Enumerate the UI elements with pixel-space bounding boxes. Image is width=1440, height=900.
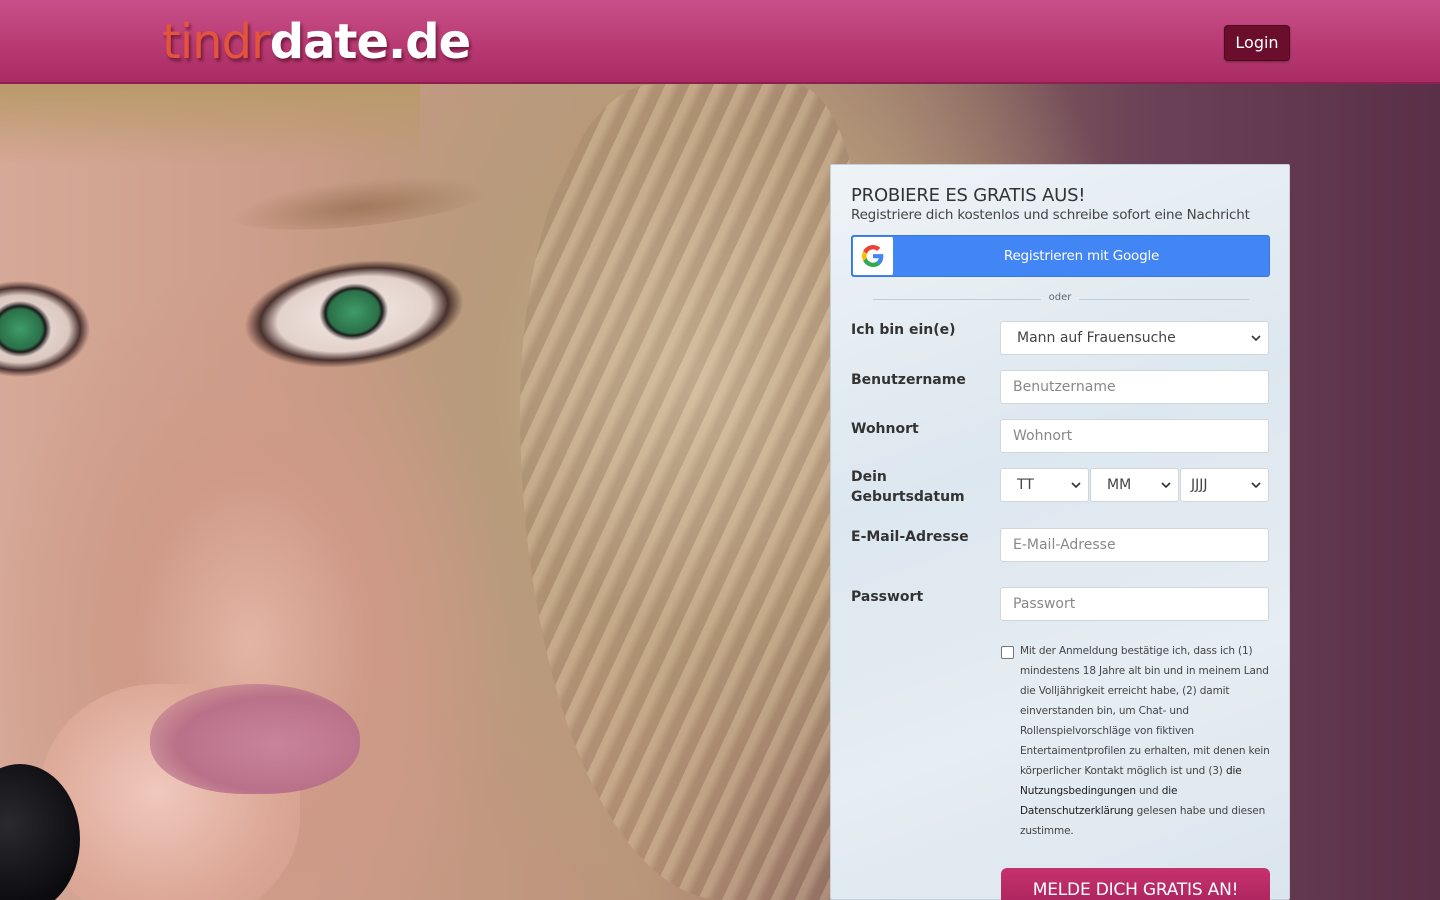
chevron-down-icon	[1250, 469, 1262, 501]
location-label: Wohnort	[851, 421, 919, 437]
form-title: PROBIERE ES GRATIS AUS!	[851, 185, 1086, 206]
consent-text-before: Mit der Anmeldung bestätige ich, dass ic…	[1020, 645, 1270, 777]
google-button-label: Registrieren mit Google	[1003, 248, 1160, 264]
gender-select[interactable]: Mann auf Frauensuche	[1000, 321, 1269, 355]
birth-year-value: JJJJ	[1191, 477, 1208, 493]
submit-signup-button[interactable]: MELDE DICH GRATIS AN!	[1001, 868, 1270, 900]
chevron-down-icon	[1250, 322, 1262, 354]
chevron-down-icon	[1070, 469, 1082, 501]
birth-day-select[interactable]: TT	[1000, 468, 1089, 502]
consent-checkbox[interactable]	[1001, 646, 1014, 659]
birth-day-value: TT	[1017, 477, 1034, 493]
eyebrow-shape	[228, 166, 492, 240]
birthdate-label-line2: Geburtsdatum	[851, 489, 965, 505]
google-icon	[853, 237, 893, 275]
hair-strands	[520, 84, 860, 900]
divider-or: oder	[1048, 292, 1072, 303]
consent-text: Mit der Anmeldung bestätige ich, dass ic…	[1020, 641, 1276, 841]
lips-shape	[150, 684, 360, 794]
gender-select-value: Mann auf Frauensuche	[1017, 330, 1176, 346]
gender-label: Ich bin ein(e)	[851, 322, 956, 338]
right-eye-shape	[226, 237, 482, 391]
email-label: E-Mail-Adresse	[851, 529, 969, 545]
divider-line-left	[873, 299, 1041, 300]
site-logo[interactable]: tindrdate.de	[162, 12, 471, 72]
password-input[interactable]: Passwort	[1000, 587, 1269, 621]
left-eye-shape	[0, 274, 90, 384]
login-button[interactable]: Login	[1224, 25, 1290, 61]
google-register-button[interactable]: Registrieren mit Google	[851, 235, 1270, 277]
logo-part-1: tindr	[162, 14, 271, 70]
location-input[interactable]: Wohnort	[1000, 419, 1269, 453]
divider-line-right	[1079, 299, 1249, 300]
birth-month-select[interactable]: MM	[1090, 468, 1179, 502]
birth-month-value: MM	[1107, 477, 1132, 493]
registration-panel: PROBIERE ES GRATIS AUS! Registriere dich…	[830, 164, 1290, 900]
username-input[interactable]: Benutzername	[1000, 370, 1269, 404]
birth-year-select[interactable]: JJJJ	[1180, 468, 1269, 502]
chevron-down-icon	[1160, 469, 1172, 501]
hair-shading	[0, 84, 420, 164]
logo-part-2: date.de	[269, 14, 471, 70]
email-input[interactable]: E-Mail-Adresse	[1000, 528, 1269, 562]
form-subtitle: Registriere dich kostenlos und schreibe …	[851, 207, 1250, 223]
top-navbar: tindrdate.de Login	[0, 0, 1440, 84]
username-label: Benutzername	[851, 372, 966, 388]
consent-text-middle: und	[1135, 785, 1162, 797]
password-label: Passwort	[851, 589, 924, 605]
birthdate-label-line1: Dein	[851, 469, 887, 485]
